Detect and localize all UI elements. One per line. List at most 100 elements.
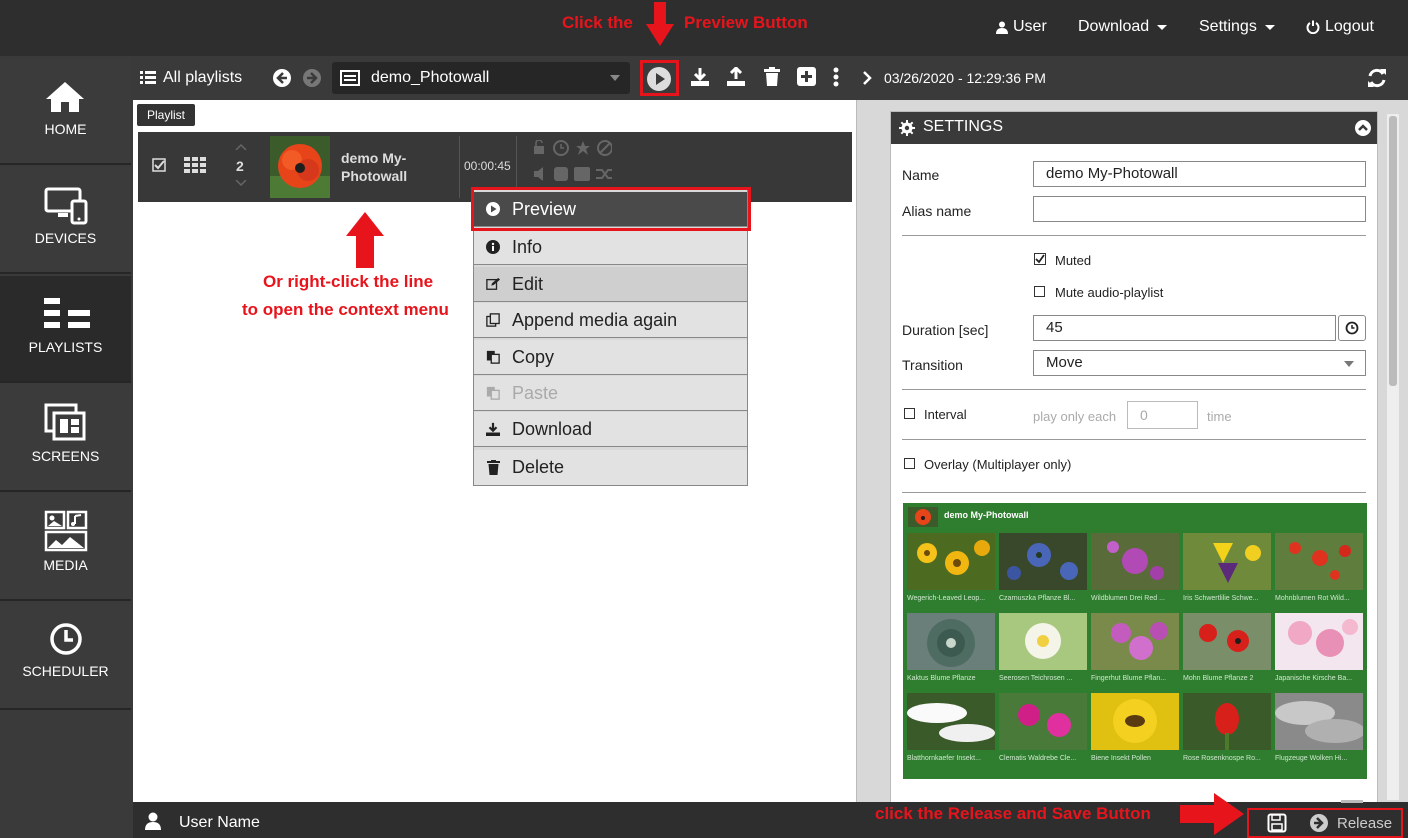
sidebar-item-playlists[interactable]: PLAYLISTS [0, 276, 131, 383]
checkbox-overlay[interactable] [904, 458, 915, 469]
flower-thumbnail[interactable] [1183, 533, 1271, 590]
row-index: 2 [236, 158, 244, 174]
row-status-icons [534, 140, 612, 181]
sidebar-item-label: MEDIA [43, 557, 88, 573]
annotation-right-click-line-1: Or right-click the line [263, 272, 434, 291]
name-input[interactable]: demo My-Photowall [1033, 161, 1366, 187]
overlay-label: Overlay (Multiplayer only) [924, 457, 1072, 472]
scrollbar-thumb[interactable] [1389, 116, 1397, 386]
trash-icon [486, 460, 500, 475]
duration-input[interactable]: 45 [1033, 315, 1336, 341]
flower-thumbnail[interactable] [999, 613, 1087, 670]
add-icon[interactable] [797, 67, 816, 86]
refresh-icon[interactable] [1367, 68, 1387, 88]
move-up-icon[interactable] [235, 144, 247, 150]
annotation-preview-button: Preview Button [684, 13, 808, 32]
flower-thumbnail[interactable] [1183, 693, 1271, 750]
gallery-caption: Rose Rosenknospe Ro... [1183, 750, 1271, 768]
collapse-up-icon[interactable] [1355, 120, 1371, 136]
checkbox-mute-audio[interactable] [1034, 286, 1045, 297]
playlists-icon [44, 298, 90, 328]
red-arrow-right-icon [1180, 793, 1244, 835]
flower-thumbnail[interactable] [907, 693, 995, 750]
menu-item-edit[interactable]: Edit [474, 267, 747, 302]
trash-icon[interactable] [764, 67, 780, 86]
flower-thumbnail[interactable] [907, 533, 995, 590]
settings-header[interactable]: SETTINGS [891, 112, 1377, 144]
menu-item-delete[interactable]: Delete [474, 450, 747, 485]
list-icon [140, 71, 156, 84]
flower-thumbnail[interactable] [999, 533, 1087, 590]
checkbox-interval[interactable] [904, 408, 915, 419]
settings-scrollbar[interactable] [1387, 114, 1399, 800]
muted-label: Muted [1055, 253, 1092, 268]
copy-icon [486, 350, 500, 364]
chevron-right-icon[interactable] [863, 71, 872, 85]
gallery-caption: Mohnblumen Rot Wild... [1275, 590, 1363, 608]
sidebar-item-devices[interactable]: DEVICES [0, 167, 131, 274]
sidebar-item-label: PLAYLISTS [28, 339, 103, 355]
user-name: User Name [179, 814, 260, 831]
annotation-click-the: Click the [562, 13, 633, 32]
import-icon[interactable] [690, 67, 710, 87]
transition-value: Move [1046, 354, 1083, 371]
flower-thumbnail[interactable] [1275, 533, 1363, 590]
sidebar-item-home[interactable]: HOME [0, 58, 131, 165]
flower-thumbnail[interactable] [1091, 533, 1179, 590]
forward-arrow-icon[interactable] [302, 68, 322, 88]
panel-edge [1341, 800, 1363, 803]
move-down-icon[interactable] [235, 180, 247, 186]
playlist-toolbar: All playlists demo_Photowall [133, 56, 857, 100]
download-menu[interactable]: Download [1078, 18, 1168, 36]
gear-icon [899, 120, 915, 136]
gallery-caption: Fingerhut Blume Pflan... [1091, 670, 1179, 688]
playlist-select[interactable]: demo_Photowall [332, 62, 630, 94]
flower-thumbnail[interactable] [1091, 693, 1179, 750]
menu-item-info[interactable]: Info [474, 230, 747, 265]
flower-thumbnail[interactable] [907, 613, 995, 670]
annotation-highlight-preview-menu [471, 187, 751, 231]
menu-item-append-media[interactable]: Append media again [474, 303, 747, 338]
gallery-caption: Wildblumen Drei Red ... [1091, 590, 1179, 608]
flower-thumbnail[interactable] [1091, 613, 1179, 670]
clock-icon [1345, 321, 1359, 335]
sidebar-item-label: SCHEDULER [22, 663, 109, 679]
flower-thumbnail[interactable] [1183, 613, 1271, 670]
checkbox-checked-icon[interactable] [152, 158, 166, 172]
export-icon[interactable] [726, 67, 746, 87]
checkbox-muted-checked[interactable] [1034, 253, 1046, 265]
flower-thumbnail[interactable] [1275, 613, 1363, 670]
divider [902, 492, 1366, 493]
settings-menu-label: Settings [1199, 18, 1257, 35]
sidebar-item-screens[interactable]: SCREENS [0, 385, 131, 492]
duration-picker-button[interactable] [1338, 315, 1366, 341]
back-arrow-icon[interactable] [272, 68, 292, 88]
flower-thumbnail[interactable] [999, 693, 1087, 750]
flower-thumbnail[interactable] [1275, 693, 1363, 750]
annotation-right-click-line-2: to open the context menu [242, 300, 449, 319]
tab-playlist[interactable]: Playlist [137, 104, 196, 126]
mute-audio-label: Mute audio-playlist [1055, 285, 1164, 300]
all-playlists-link[interactable]: All playlists [163, 69, 242, 87]
user-menu[interactable]: User [996, 18, 1047, 36]
gallery-caption: Czarnuszka Pflanze Bl... [999, 590, 1087, 608]
settings-menu[interactable]: Settings [1199, 18, 1275, 36]
logout-button[interactable]: Logout [1306, 18, 1374, 36]
caret-down-icon [1157, 24, 1168, 30]
sidebar-item-label: DEVICES [34, 230, 97, 246]
menu-item-label: Copy [512, 346, 555, 367]
menu-item-label: Append media again [512, 309, 678, 330]
datetime: 03/26/2020 - 12:29:36 PM [884, 70, 1046, 86]
interval-input[interactable]: 0 [1127, 401, 1198, 429]
settings-title: SETTINGS [923, 118, 1004, 135]
menu-item-copy[interactable]: Copy [474, 340, 747, 375]
sidebar-item-media[interactable]: MEDIA [0, 494, 131, 601]
gallery-caption: Kaktus Blume Pflanze [907, 670, 995, 688]
more-vertical-icon[interactable] [833, 67, 839, 87]
caret-down-icon [1264, 24, 1275, 30]
menu-item-download[interactable]: Download [474, 412, 747, 447]
alias-input[interactable] [1033, 196, 1366, 222]
screens-icon [44, 403, 86, 441]
sidebar-item-scheduler[interactable]: SCHEDULER [0, 603, 131, 710]
transition-select[interactable]: Move [1033, 350, 1366, 376]
